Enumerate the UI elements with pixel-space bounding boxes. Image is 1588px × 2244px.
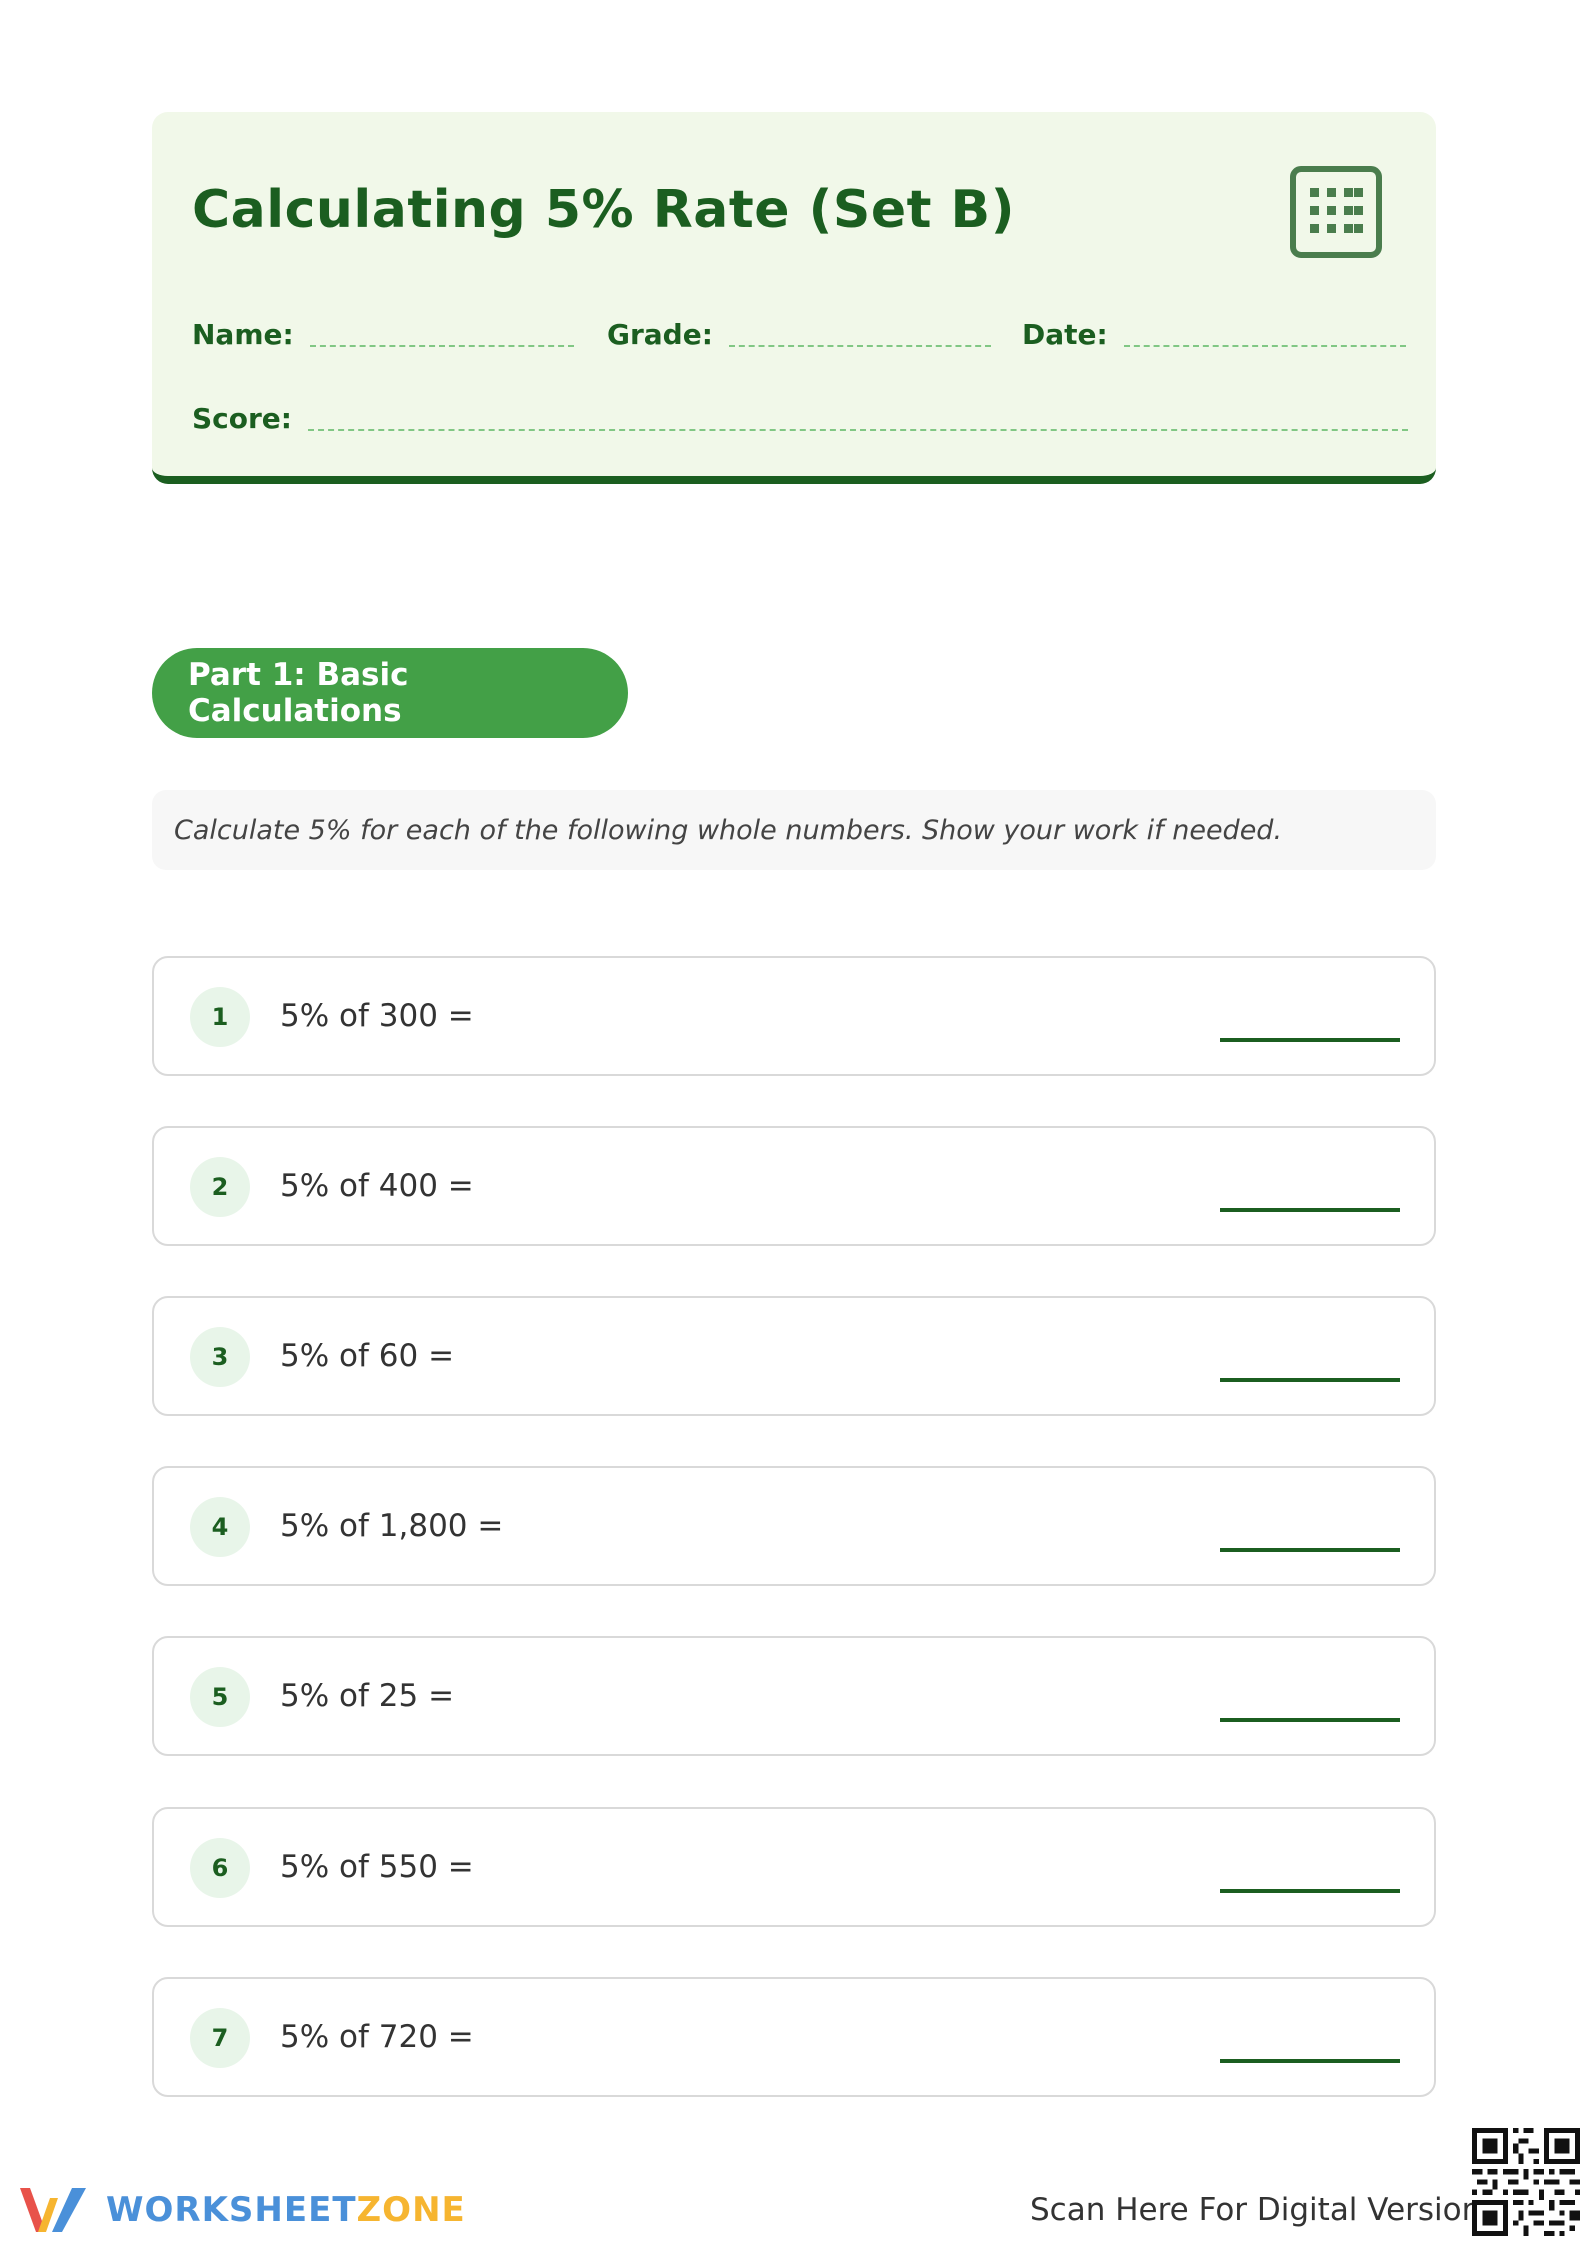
date-field[interactable]: Date: bbox=[1022, 318, 1406, 351]
logo-mark-icon bbox=[20, 2188, 86, 2232]
problem-text: 5% of 400 = bbox=[280, 1168, 474, 1204]
name-field[interactable]: Name: bbox=[192, 318, 574, 351]
scan-caption: Scan Here For Digital Version bbox=[1030, 2192, 1482, 2228]
score-input-line[interactable] bbox=[308, 428, 1408, 431]
instructions-box: Calculate 5% for each of the following w… bbox=[152, 790, 1436, 870]
problem-3: 3 5% of 60 = bbox=[152, 1296, 1436, 1416]
answer-line[interactable] bbox=[1220, 2059, 1400, 2063]
header-card: Calculating 5% Rate (Set B) Name: Grade:… bbox=[152, 112, 1436, 484]
date-label: Date: bbox=[1022, 318, 1108, 351]
name-input-line[interactable] bbox=[309, 344, 574, 347]
answer-line[interactable] bbox=[1220, 1889, 1400, 1893]
problem-number-badge: 6 bbox=[190, 1838, 250, 1898]
problem-6: 6 5% of 550 = bbox=[152, 1807, 1436, 1927]
problem-text: 5% of 720 = bbox=[280, 2019, 474, 2055]
score-label: Score: bbox=[192, 402, 292, 435]
answer-line[interactable] bbox=[1220, 1548, 1400, 1552]
problem-5: 5 5% of 25 = bbox=[152, 1636, 1436, 1756]
answer-line[interactable] bbox=[1220, 1378, 1400, 1382]
brand-name: WORKSHEETZONE bbox=[106, 2190, 466, 2230]
problem-text: 5% of 25 = bbox=[280, 1678, 455, 1714]
problem-number-badge: 4 bbox=[190, 1497, 250, 1557]
date-input-line[interactable] bbox=[1123, 344, 1406, 347]
problem-number-badge: 3 bbox=[190, 1327, 250, 1387]
worksheetzone-logo[interactable]: WORKSHEETZONE bbox=[16, 2182, 466, 2238]
problem-7: 7 5% of 720 = bbox=[152, 1977, 1436, 2097]
problem-number-badge: 7 bbox=[190, 2008, 250, 2068]
problem-number-badge: 1 bbox=[190, 987, 250, 1047]
answer-line[interactable] bbox=[1220, 1038, 1400, 1042]
page-title: Calculating 5% Rate (Set B) bbox=[192, 180, 1015, 240]
qr-code-icon[interactable] bbox=[1472, 2128, 1580, 2236]
answer-line[interactable] bbox=[1220, 1208, 1400, 1212]
calculator-icon bbox=[1290, 166, 1382, 258]
grade-label: Grade: bbox=[607, 318, 713, 351]
problem-4: 4 5% of 1,800 = bbox=[152, 1466, 1436, 1586]
problem-2: 2 5% of 400 = bbox=[152, 1126, 1436, 1246]
problem-text: 5% of 550 = bbox=[280, 1849, 474, 1885]
grade-input-line[interactable] bbox=[728, 344, 991, 347]
problem-1: 1 5% of 300 = bbox=[152, 956, 1436, 1076]
part-1-heading: Part 1: Basic Calculations bbox=[152, 648, 628, 738]
problem-text: 5% of 300 = bbox=[280, 998, 474, 1034]
problem-number-badge: 2 bbox=[190, 1157, 250, 1217]
problem-text: 5% of 60 = bbox=[280, 1338, 455, 1374]
problem-text: 5% of 1,800 = bbox=[280, 1508, 504, 1544]
grade-field[interactable]: Grade: bbox=[607, 318, 991, 351]
score-field[interactable]: Score: bbox=[192, 402, 1408, 435]
name-label: Name: bbox=[192, 318, 294, 351]
answer-line[interactable] bbox=[1220, 1718, 1400, 1722]
problem-number-badge: 5 bbox=[190, 1667, 250, 1727]
